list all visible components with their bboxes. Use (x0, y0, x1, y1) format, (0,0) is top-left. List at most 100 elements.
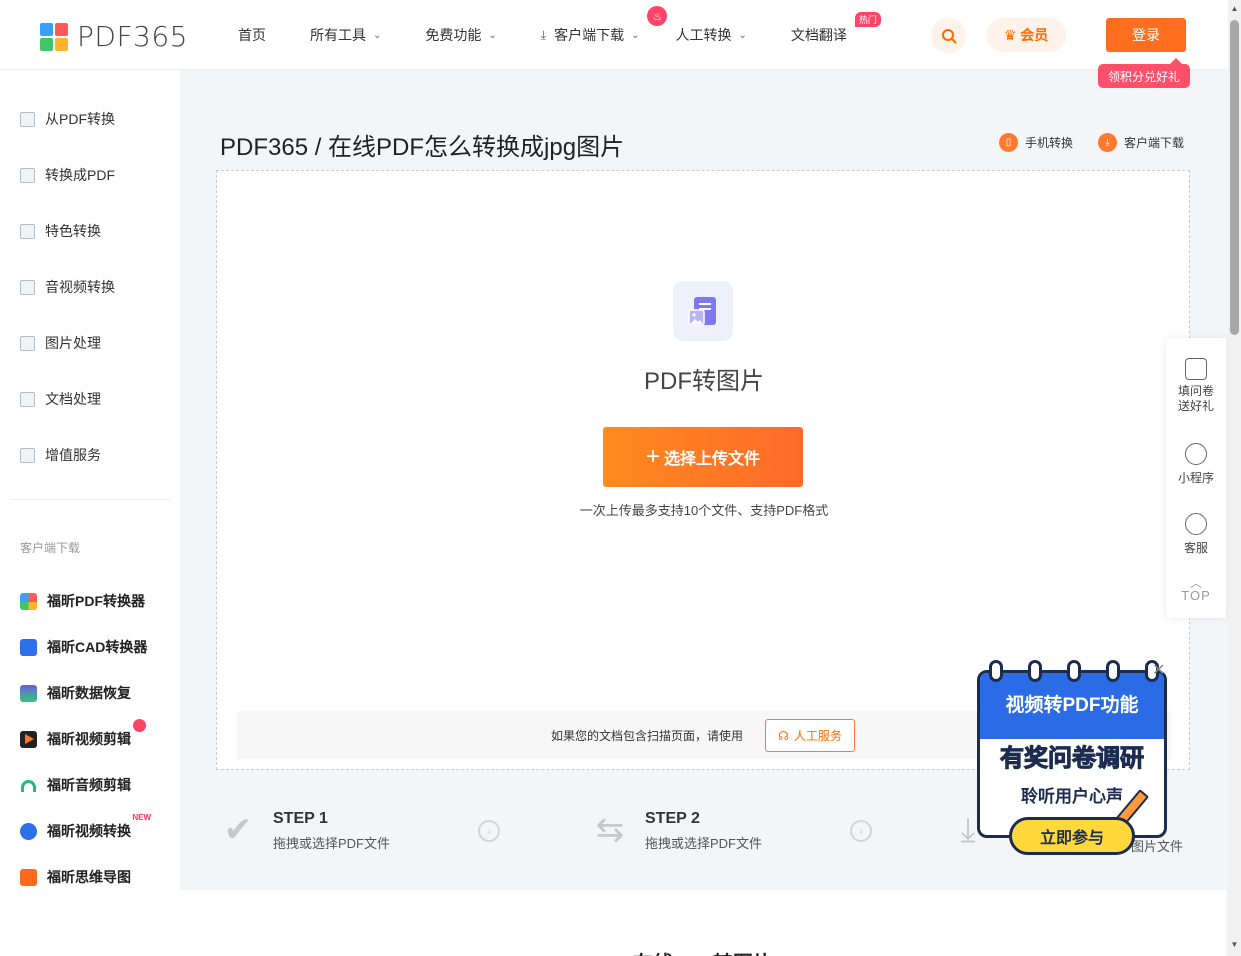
sidebar-item-special[interactable]: 特色转换 (20, 221, 101, 241)
sidebar-item-to-pdf[interactable]: 转换成PDF (20, 165, 115, 185)
nav-free-features-label: 免费功能 (425, 27, 482, 43)
nav-free-features[interactable]: 免费功能 ⌄ (425, 25, 496, 45)
logo-mark-icon (40, 22, 68, 51)
crown-icon: ♛ (1003, 26, 1017, 43)
sidebar-item-from-pdf[interactable]: 从PDF转换 (20, 109, 115, 129)
manual-service-button[interactable]: ☊ 人工服务 (765, 719, 855, 752)
hot-badge: 热门 (854, 12, 881, 27)
search-button[interactable] (931, 18, 966, 53)
nav-home[interactable]: 首页 (238, 25, 266, 45)
upload-file-button[interactable]: + 选择上传文件 (603, 427, 803, 487)
scroll-down-icon[interactable]: ▼ (1228, 938, 1241, 952)
app-label: 福昕思维导图 (47, 869, 131, 885)
upload-button-label: 选择上传文件 (664, 451, 761, 468)
customer-service-label: 客服 (1183, 541, 1208, 555)
nav-manual-convert-label: 人工转换 (675, 27, 732, 43)
app-mind-map[interactable]: 福昕思维导图 (20, 867, 131, 887)
vip-button[interactable]: ♛ 会员 (986, 18, 1066, 52)
scan-notice-text: 如果您的文档包含扫描页面，请使用 (551, 729, 744, 743)
app-cad-converter[interactable]: 福昕CAD转换器 (20, 637, 147, 657)
chevron-right-icon: › (478, 820, 500, 842)
download-icon: ⤓ (1098, 133, 1117, 152)
document-icon (20, 391, 35, 407)
survey-ad[interactable]: 视频转PDF功能 有奖问卷调研 聆听用户心声 立即参与 ✕ (975, 660, 1175, 860)
sidebar-divider (10, 499, 170, 500)
sidebar-item-label: 转换成PDF (45, 167, 115, 183)
from-pdf-icon (20, 111, 35, 127)
mobile-convert-link[interactable]: ▯ 手机转换 (999, 133, 1073, 152)
sidebar-item-label: 音视频转换 (45, 279, 115, 295)
nav-client-download[interactable]: ⤓ 客户端下载 ⌄ (541, 25, 640, 45)
app-pdf-converter[interactable]: 福昕PDF转换器 (20, 591, 145, 611)
mobile-convert-label: 手机转换 (1025, 136, 1074, 150)
search-icon (941, 28, 956, 43)
check-icon: ✔ (223, 811, 253, 849)
survey-gift-button[interactable]: 填问卷 送好礼 (1166, 358, 1226, 414)
client-download-link[interactable]: ⤓ 客户端下载 (1098, 133, 1184, 152)
nav-doc-translate[interactable]: 文档翻译 热门 (790, 12, 881, 45)
cad-converter-icon (20, 638, 37, 656)
top-header: PDF365 首页 所有工具 ⌄ 免费功能 ⌄ ⤓ 客户端下载 ⌄ ♨ 人工转换 ⌄ 文… (0, 0, 1228, 70)
join-survey-label: 立即参与 (1039, 830, 1104, 847)
to-pdf-icon (20, 167, 35, 183)
app-audio-editor[interactable]: 福昕音频剪辑 (20, 775, 131, 795)
video-editor-icon (20, 730, 37, 748)
nav-manual-convert[interactable]: ♨ 人工转换 ⌄ (647, 6, 747, 45)
points-reward-tag[interactable]: 领积分兑好礼 (1098, 58, 1190, 88)
vip-label: 会员 (1020, 27, 1049, 43)
pdf-to-image-icon (673, 281, 733, 341)
app-label: 福昕视频转换 (47, 823, 131, 839)
scroll-thumb[interactable] (1230, 20, 1239, 335)
survey-icon (1185, 358, 1207, 380)
page-title: PDF365 / 在线PDF怎么转换成jpg图片 (220, 134, 625, 161)
sidebar-item-image[interactable]: 图片处理 (20, 333, 101, 353)
mini-program-button[interactable]: 小程序 (1166, 443, 1226, 486)
convert-arrows-icon: ⇆ (595, 811, 625, 849)
float-panel: 填问卷 送好礼 小程序 客服 ︿ TOP (1166, 338, 1226, 618)
flame-icon: ♨ (647, 6, 668, 26)
info-section: 在线PDF转图片 (180, 890, 1226, 956)
logo[interactable]: PDF365 (40, 20, 188, 53)
plus-icon: + (645, 443, 660, 470)
main-nav: 首页 所有工具 ⌄ 免费功能 ⌄ ⤓ 客户端下载 ⌄ ♨ 人工转换 ⌄ 文档翻译 热门 (238, 0, 891, 70)
sidebar-item-value-added[interactable]: 增值服务 (20, 445, 101, 465)
sidebar-caption: 客户端下载 (20, 541, 81, 555)
nav-all-tools[interactable]: 所有工具 ⌄ (310, 25, 381, 45)
headset-icon: ☊ (778, 728, 789, 743)
login-button[interactable]: 登录 (1106, 18, 1186, 52)
app-video-converter[interactable]: 福昕视频转换 NEW (20, 813, 151, 841)
client-download-label: 客户端下载 (1124, 136, 1185, 150)
chevron-down-icon: ⌄ (738, 29, 747, 41)
login-label: 登录 (1132, 27, 1160, 43)
step-title: STEP 2 (645, 810, 700, 827)
step-desc: 拖拽或选择PDF文件 (645, 836, 763, 851)
chevron-down-icon: ⌄ (488, 29, 497, 41)
app-data-recovery[interactable]: 福昕数据恢复 (20, 683, 131, 703)
app-label: 福昕PDF转换器 (47, 593, 145, 609)
data-recovery-icon (20, 684, 37, 702)
customer-service-button[interactable]: 客服 (1166, 513, 1226, 556)
image-icon (20, 335, 35, 351)
spiral-rings (989, 660, 1159, 684)
close-icon[interactable]: ✕ (1152, 660, 1165, 680)
scroll-up-icon[interactable]: ▲ (1228, 2, 1241, 16)
mini-program-icon (1185, 443, 1207, 465)
back-to-top-button[interactable]: ︿ TOP (1166, 576, 1226, 603)
scrollbar[interactable]: ▲ ▼ (1228, 0, 1241, 956)
chevron-right-icon: › (850, 820, 872, 842)
sidebar-item-label: 文档处理 (45, 391, 101, 407)
sidebar-item-document[interactable]: 文档处理 (20, 389, 101, 409)
chevron-up-icon: ︿ (1189, 576, 1202, 590)
list-icon (20, 447, 35, 463)
pdf-converter-icon (20, 592, 37, 610)
ad-headline: 有奖问卷调研 (1000, 745, 1145, 773)
flame-icon (133, 719, 146, 732)
app-video-editor[interactable]: 福昕视频剪辑 (20, 719, 146, 749)
headset-icon (1185, 513, 1207, 535)
join-survey-button[interactable]: 立即参与 (1009, 817, 1135, 855)
video-icon (20, 279, 35, 295)
step-title: STEP 1 (273, 810, 328, 827)
nav-doc-translate-label: 文档翻译 (790, 27, 847, 43)
sidebar-item-av[interactable]: 音视频转换 (20, 277, 115, 297)
section-title: 在线PDF转图片 (180, 947, 1226, 956)
